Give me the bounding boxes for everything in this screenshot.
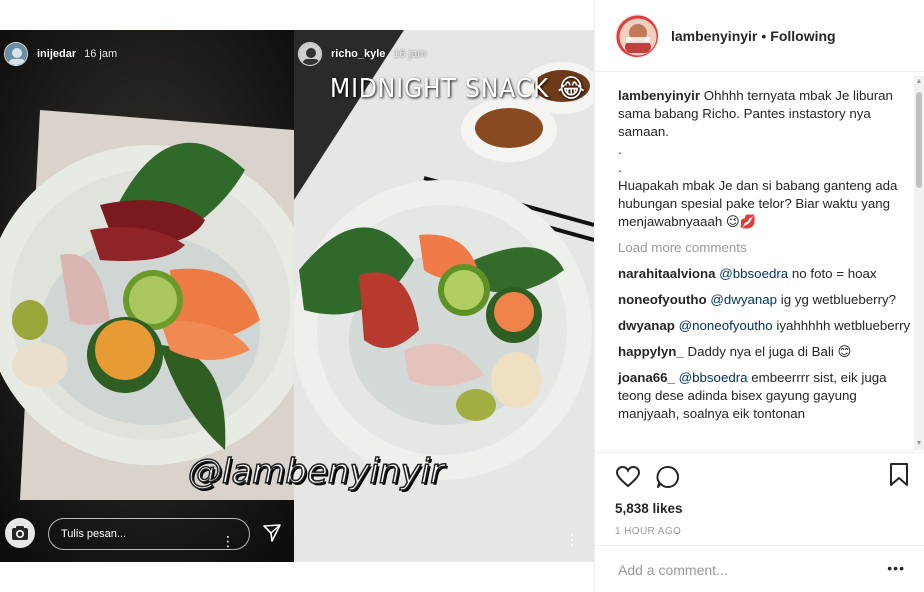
post-header: lambenyinyir • Following — [595, 0, 924, 72]
separator-dot: • — [761, 27, 767, 44]
comments-scrollbar[interactable]: ▲ ▼ — [914, 76, 924, 450]
comment-text: ig yg wetblueberry? — [777, 292, 897, 307]
bookmark-icon[interactable] — [889, 463, 909, 492]
caption-line: . — [618, 142, 622, 157]
caption-line: Huapakah mbak Je dan si babang ganteng a… — [618, 178, 898, 229]
comment-mention[interactable]: @dwyanap — [710, 292, 777, 307]
send-icon[interactable] — [262, 523, 282, 548]
comment-text: iyahhhhh wetblueberry — [772, 318, 911, 333]
camera-icon[interactable] — [5, 518, 35, 548]
likes-count[interactable]: 5,838 likes — [615, 501, 909, 516]
comment-text: no foto = hoax — [788, 266, 877, 281]
more-vertical-icon[interactable]: ⋮ — [221, 526, 235, 556]
load-more-comments-link[interactable]: Load more comments — [618, 239, 911, 257]
action-row — [615, 463, 909, 491]
post-caption: lambenyinyir Ohhhh ternyata mbak Je libu… — [618, 87, 911, 231]
story-reply-bar: Tulis pesan... ⋮ — [0, 506, 294, 562]
comment-mention[interactable]: @bbsoedra — [679, 370, 748, 385]
following-button[interactable]: Following — [770, 28, 835, 44]
comment-mention[interactable]: @noneofyoutho — [679, 318, 773, 333]
post-username[interactable]: lambenyinyir — [671, 28, 757, 44]
comment-text: Daddy nya el juga di Bali 😊 — [687, 344, 852, 359]
more-options-icon[interactable]: ••• — [887, 560, 905, 576]
story-avatar-right — [298, 42, 322, 66]
story-avatar-left — [4, 42, 28, 66]
comment-username[interactable]: joana66_ — [618, 370, 675, 385]
story-username-right: richo_kyle — [331, 48, 386, 60]
profile-avatar[interactable] — [615, 13, 659, 58]
story-header-right: richo_kyle 16 jam — [298, 42, 426, 66]
watermark-text: @lambenyinyir — [187, 451, 445, 493]
comment-item: joana66_ @bbsoedra embeerrrr sist, eik j… — [618, 369, 911, 423]
comments-list[interactable]: lambenyinyir Ohhhh ternyata mbak Je libu… — [595, 73, 924, 451]
comment-username[interactable]: noneofyoutho — [618, 292, 707, 307]
story-time-left: 16 jam — [84, 48, 118, 60]
story-reply-placeholder: Tulis pesan... — [61, 528, 127, 540]
comment-username[interactable]: dwyanap — [618, 318, 675, 333]
comment-username[interactable]: narahitaalviona — [618, 266, 716, 281]
story-username-left: inijedar — [37, 48, 77, 60]
caption-username[interactable]: lambenyinyir — [618, 88, 700, 103]
comment-icon[interactable] — [655, 464, 681, 490]
scrollbar-thumb[interactable] — [916, 92, 922, 188]
caption-line: . — [618, 160, 622, 175]
add-comment-input[interactable]: Add a comment... — [618, 562, 905, 578]
story-reply-input[interactable]: Tulis pesan... ⋮ — [48, 518, 250, 550]
comment-username[interactable]: happylyn_ — [618, 344, 684, 359]
more-vertical-icon[interactable]: ⋮ — [564, 530, 580, 550]
scroll-down-icon[interactable]: ▼ — [915, 440, 923, 448]
story-time-right: 16 jam — [393, 48, 427, 60]
heart-icon[interactable] — [615, 464, 641, 490]
scroll-up-icon[interactable]: ▲ — [915, 78, 923, 86]
comment-item: narahitaalviona @bbsoedra no foto = hoax — [618, 265, 911, 283]
story-caption-text: MIDNIGHT SNACK 😂 — [330, 74, 586, 104]
add-comment-bar: Add a comment... ••• — [595, 545, 924, 592]
comment-item: noneofyoutho @dwyanap ig yg wetblueberry… — [618, 291, 911, 309]
post-media[interactable]: inijedar 16 jam Tulis pesan... ⋮ richo_k… — [0, 30, 594, 562]
post-timestamp: 1 HOUR AGO — [615, 526, 682, 537]
post-actions: 5,838 likes 1 HOUR AGO — [595, 452, 924, 537]
story-header-left: inijedar 16 jam — [4, 42, 117, 66]
comment-item: happylyn_ Daddy nya el juga di Bali 😊 — [618, 343, 911, 361]
comment-mention[interactable]: @bbsoedra — [719, 266, 788, 281]
post-side-panel: lambenyinyir • Following lambenyinyir Oh… — [594, 0, 924, 592]
comment-item: dwyanap @noneofyoutho iyahhhhh wetbluebe… — [618, 317, 911, 335]
